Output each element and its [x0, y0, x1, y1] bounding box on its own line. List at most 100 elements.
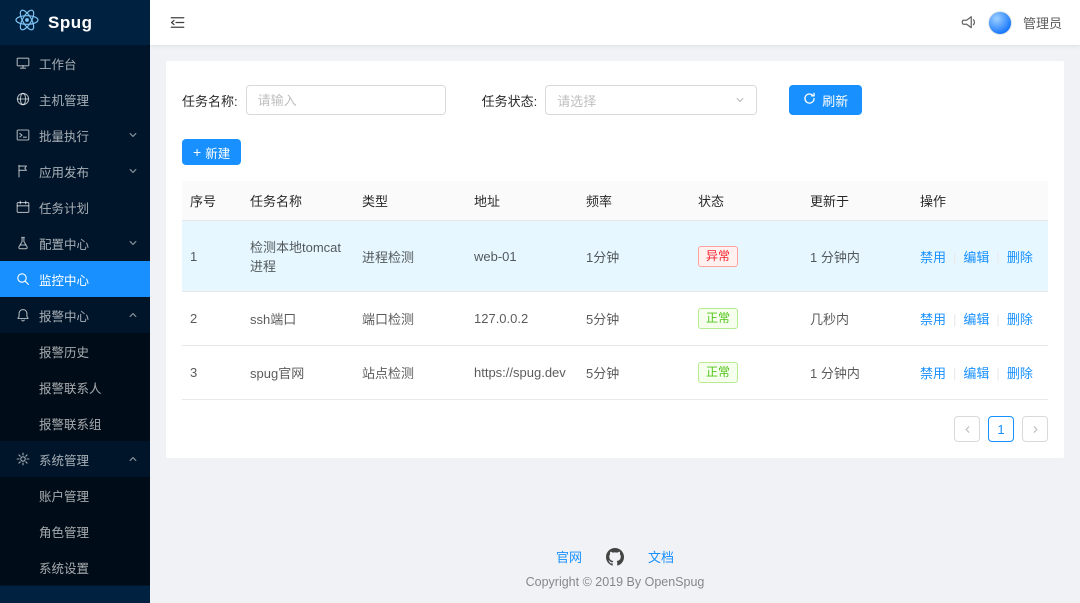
next-page-button[interactable] [1022, 416, 1048, 442]
table-row: 1检测本地tomcat进程进程检测web-011分钟异常1 分钟内禁用|编辑|删… [182, 221, 1048, 292]
task-name: 检测本地tomcat进程 [242, 221, 354, 292]
table-row: 3spug官网站点检测https://spug.dev5分钟正常1 分钟内禁用|… [182, 346, 1048, 400]
pagination: 1 [182, 416, 1048, 442]
task-address: 127.0.0.2 [466, 292, 578, 346]
status-badge: 正常 [698, 362, 738, 383]
user-name: 管理员 [1023, 13, 1062, 32]
row-index: 2 [182, 292, 242, 346]
page-1-button[interactable]: 1 [988, 416, 1014, 442]
magnifier-icon [16, 272, 30, 286]
task-table: 序号任务名称类型地址频率状态更新于操作 1检测本地tomcat进程进程检测web… [182, 181, 1048, 400]
sidebar-item-batch-exec[interactable]: 批量执行 [0, 117, 150, 153]
app-logo[interactable]: Spug [0, 0, 150, 45]
table-row: 2ssh端口端口检测127.0.0.25分钟正常 几秒内禁用|编辑|删除 [182, 292, 1048, 346]
disable-action-link[interactable]: 禁用 [920, 312, 946, 327]
task-updated-at: 几秒内 [802, 292, 912, 346]
disable-action-link[interactable]: 禁用 [920, 366, 946, 381]
edit-action-link[interactable]: 编辑 [963, 312, 989, 327]
header: 管理员 [150, 0, 1080, 45]
column-header: 序号 [182, 181, 242, 221]
delete-action-link[interactable]: 删除 [1007, 366, 1033, 381]
docs-link[interactable]: 文档 [648, 547, 674, 566]
flag-icon [16, 164, 30, 178]
sidebar-menu: 工作台主机管理批量执行应用发布任务计划配置中心监控中心报警中心报警历史报警联系人… [0, 45, 150, 586]
status-badge: 正常 [698, 308, 738, 329]
task-address: https://spug.dev [466, 346, 578, 400]
page-content: 任务名称: 任务状态: 请选择 刷新 [150, 45, 1080, 603]
column-header: 更新于 [802, 181, 912, 221]
sidebar-item-workbench[interactable]: 工作台 [0, 45, 150, 81]
sidebar-item-hosts[interactable]: 主机管理 [0, 81, 150, 117]
action-divider: | [996, 250, 999, 265]
sidebar-item-alarm-center[interactable]: 报警中心 [0, 297, 150, 333]
column-header: 地址 [466, 181, 578, 221]
gear-icon [16, 452, 30, 466]
task-status-cell: 异常 [690, 221, 802, 292]
row-actions: 禁用 | 编辑 | 删除 [912, 221, 1048, 292]
task-status-select[interactable]: 请选择 [545, 85, 757, 115]
sidebar-item-app-release[interactable]: 应用发布 [0, 153, 150, 189]
row-actions: 禁用 | 编辑 | 删除 [912, 346, 1048, 400]
new-task-button[interactable]: + 新建 [182, 139, 241, 165]
sidebar-subitem-role-admin[interactable]: 角色管理 [0, 513, 150, 549]
row-index: 3 [182, 346, 242, 400]
sidebar-subitem-system-settings[interactable]: 系统设置 [0, 549, 150, 585]
sidebar-collapse-trigger[interactable] [0, 586, 150, 603]
official-site-link[interactable]: 官网 [556, 547, 582, 566]
github-icon[interactable] [606, 548, 624, 566]
chevron-up-icon [128, 310, 138, 320]
task-status-cell: 正常 [690, 292, 802, 346]
task-updated-at: 1 分钟内 [802, 346, 912, 400]
action-divider: | [996, 366, 999, 381]
task-name-label: 任务名称: [182, 91, 238, 110]
refresh-button[interactable]: 刷新 [789, 85, 862, 115]
footer-links: 官网 文档 [166, 547, 1064, 566]
task-frequency: 1分钟 [578, 221, 690, 292]
copyright-text: Copyright © 2019 By OpenSpug [166, 575, 1064, 589]
delete-action-link[interactable]: 删除 [1007, 250, 1033, 265]
logo-text: Spug [48, 13, 93, 33]
column-header: 操作 [912, 181, 1048, 221]
chevron-down-icon [128, 130, 138, 140]
spug-atom-logo-icon [14, 7, 40, 38]
sidebar-subitem-account-admin[interactable]: 账户管理 [0, 477, 150, 513]
disable-action-link[interactable]: 禁用 [920, 250, 946, 265]
edit-action-link[interactable]: 编辑 [963, 366, 989, 381]
select-placeholder: 请选择 [557, 91, 596, 110]
calendar-icon [16, 200, 30, 214]
task-frequency: 5分钟 [578, 292, 690, 346]
action-divider: | [953, 250, 956, 265]
sidebar-item-task-schedule[interactable]: 任务计划 [0, 189, 150, 225]
sidebar-item-monitor-center[interactable]: 监控中心 [0, 261, 150, 297]
sidebar-subitem-alarm-contacts[interactable]: 报警联系人 [0, 369, 150, 405]
delete-action-link[interactable]: 删除 [1007, 312, 1033, 327]
terminal-icon [16, 128, 30, 142]
global-icon [16, 92, 30, 106]
notification-icon[interactable] [960, 14, 977, 31]
sidebar-subitem-alarm-groups[interactable]: 报警联系组 [0, 405, 150, 441]
edit-action-link[interactable]: 编辑 [963, 250, 989, 265]
row-actions: 禁用|编辑|删除 [912, 292, 1048, 346]
user-avatar[interactable] [988, 11, 1012, 35]
sidebar-item-system-admin[interactable]: 系统管理 [0, 441, 150, 477]
sidebar: Spug 工作台主机管理批量执行应用发布任务计划配置中心监控中心报警中心报警历史… [0, 0, 150, 603]
menu-fold-icon[interactable] [170, 15, 185, 30]
table-body: 1检测本地tomcat进程进程检测web-011分钟异常1 分钟内禁用|编辑|删… [182, 221, 1048, 400]
column-header: 频率 [578, 181, 690, 221]
chevron-up-icon [128, 454, 138, 464]
footer: 官网 文档 Copyright © 2019 By OpenSpug [166, 527, 1064, 603]
task-address: web-01 [466, 221, 578, 292]
sidebar-item-config-center[interactable]: 配置中心 [0, 225, 150, 261]
header-right: 管理员 [960, 11, 1062, 35]
task-type: 端口检测 [354, 292, 466, 346]
sidebar-subitem-alarm-history[interactable]: 报警历史 [0, 333, 150, 369]
monitor-task-card: 任务名称: 任务状态: 请选择 刷新 [166, 61, 1064, 458]
task-name-input[interactable] [246, 85, 446, 115]
column-header: 类型 [354, 181, 466, 221]
chevron-down-icon [128, 238, 138, 248]
table-header-row: 序号任务名称类型地址频率状态更新于操作 [182, 181, 1048, 221]
action-divider: | [953, 366, 956, 381]
task-name: ssh端口 [242, 292, 354, 346]
prev-page-button[interactable] [954, 416, 980, 442]
plus-icon: + [193, 145, 201, 159]
